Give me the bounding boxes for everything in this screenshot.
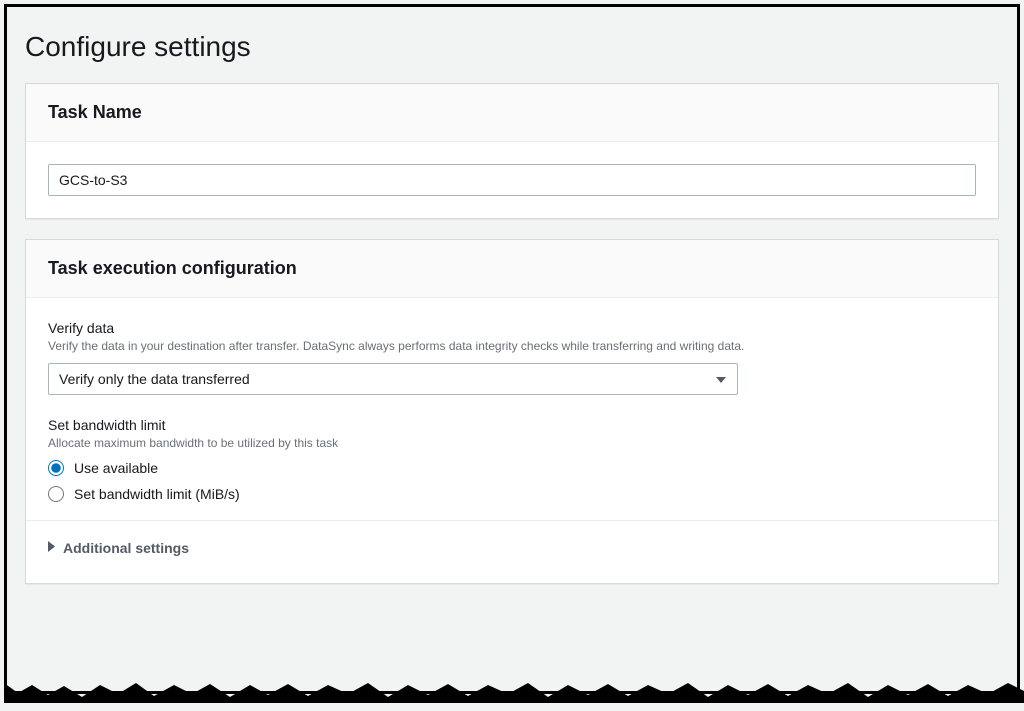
divider <box>26 520 998 521</box>
bandwidth-radio-use-available[interactable] <box>48 460 64 476</box>
additional-settings-toggle[interactable]: Additional settings <box>48 539 976 561</box>
verify-data-label: Verify data <box>48 320 976 336</box>
verify-data-field: Verify data Verify the data in your dest… <box>48 320 976 395</box>
bandwidth-option-use-available[interactable]: Use available <box>48 460 976 476</box>
bandwidth-radio-use-available-label: Use available <box>74 460 158 476</box>
task-name-input[interactable] <box>48 164 976 196</box>
exec-config-body: Verify data Verify the data in your dest… <box>26 298 998 583</box>
bandwidth-field: Set bandwidth limit Allocate maximum ban… <box>48 417 976 502</box>
additional-settings-label: Additional settings <box>63 540 189 556</box>
exec-config-header: Task execution configuration <box>26 240 998 298</box>
bandwidth-radio-set-limit-label: Set bandwidth limit (MiB/s) <box>74 486 240 502</box>
torn-edge-decoration <box>4 679 1024 703</box>
exec-config-heading: Task execution configuration <box>48 258 976 279</box>
task-name-panel: Task Name <box>25 83 999 219</box>
bandwidth-radio-set-limit[interactable] <box>48 486 64 502</box>
bandwidth-label: Set bandwidth limit <box>48 417 976 433</box>
verify-data-select[interactable]: Verify only the data transferred <box>48 363 738 395</box>
chevron-right-icon <box>48 539 55 557</box>
exec-config-panel: Task execution configuration Verify data… <box>25 239 999 584</box>
bandwidth-desc: Allocate maximum bandwidth to be utilize… <box>48 435 976 452</box>
bandwidth-option-set-limit[interactable]: Set bandwidth limit (MiB/s) <box>48 486 976 502</box>
verify-data-desc: Verify the data in your destination afte… <box>48 338 976 355</box>
task-name-header: Task Name <box>26 84 998 142</box>
task-name-body <box>26 142 998 218</box>
page-title: Configure settings <box>25 31 999 63</box>
page-frame: Configure settings Task Name Task execut… <box>4 4 1020 694</box>
task-name-heading: Task Name <box>48 102 976 123</box>
verify-data-select-wrap: Verify only the data transferred <box>48 363 738 395</box>
